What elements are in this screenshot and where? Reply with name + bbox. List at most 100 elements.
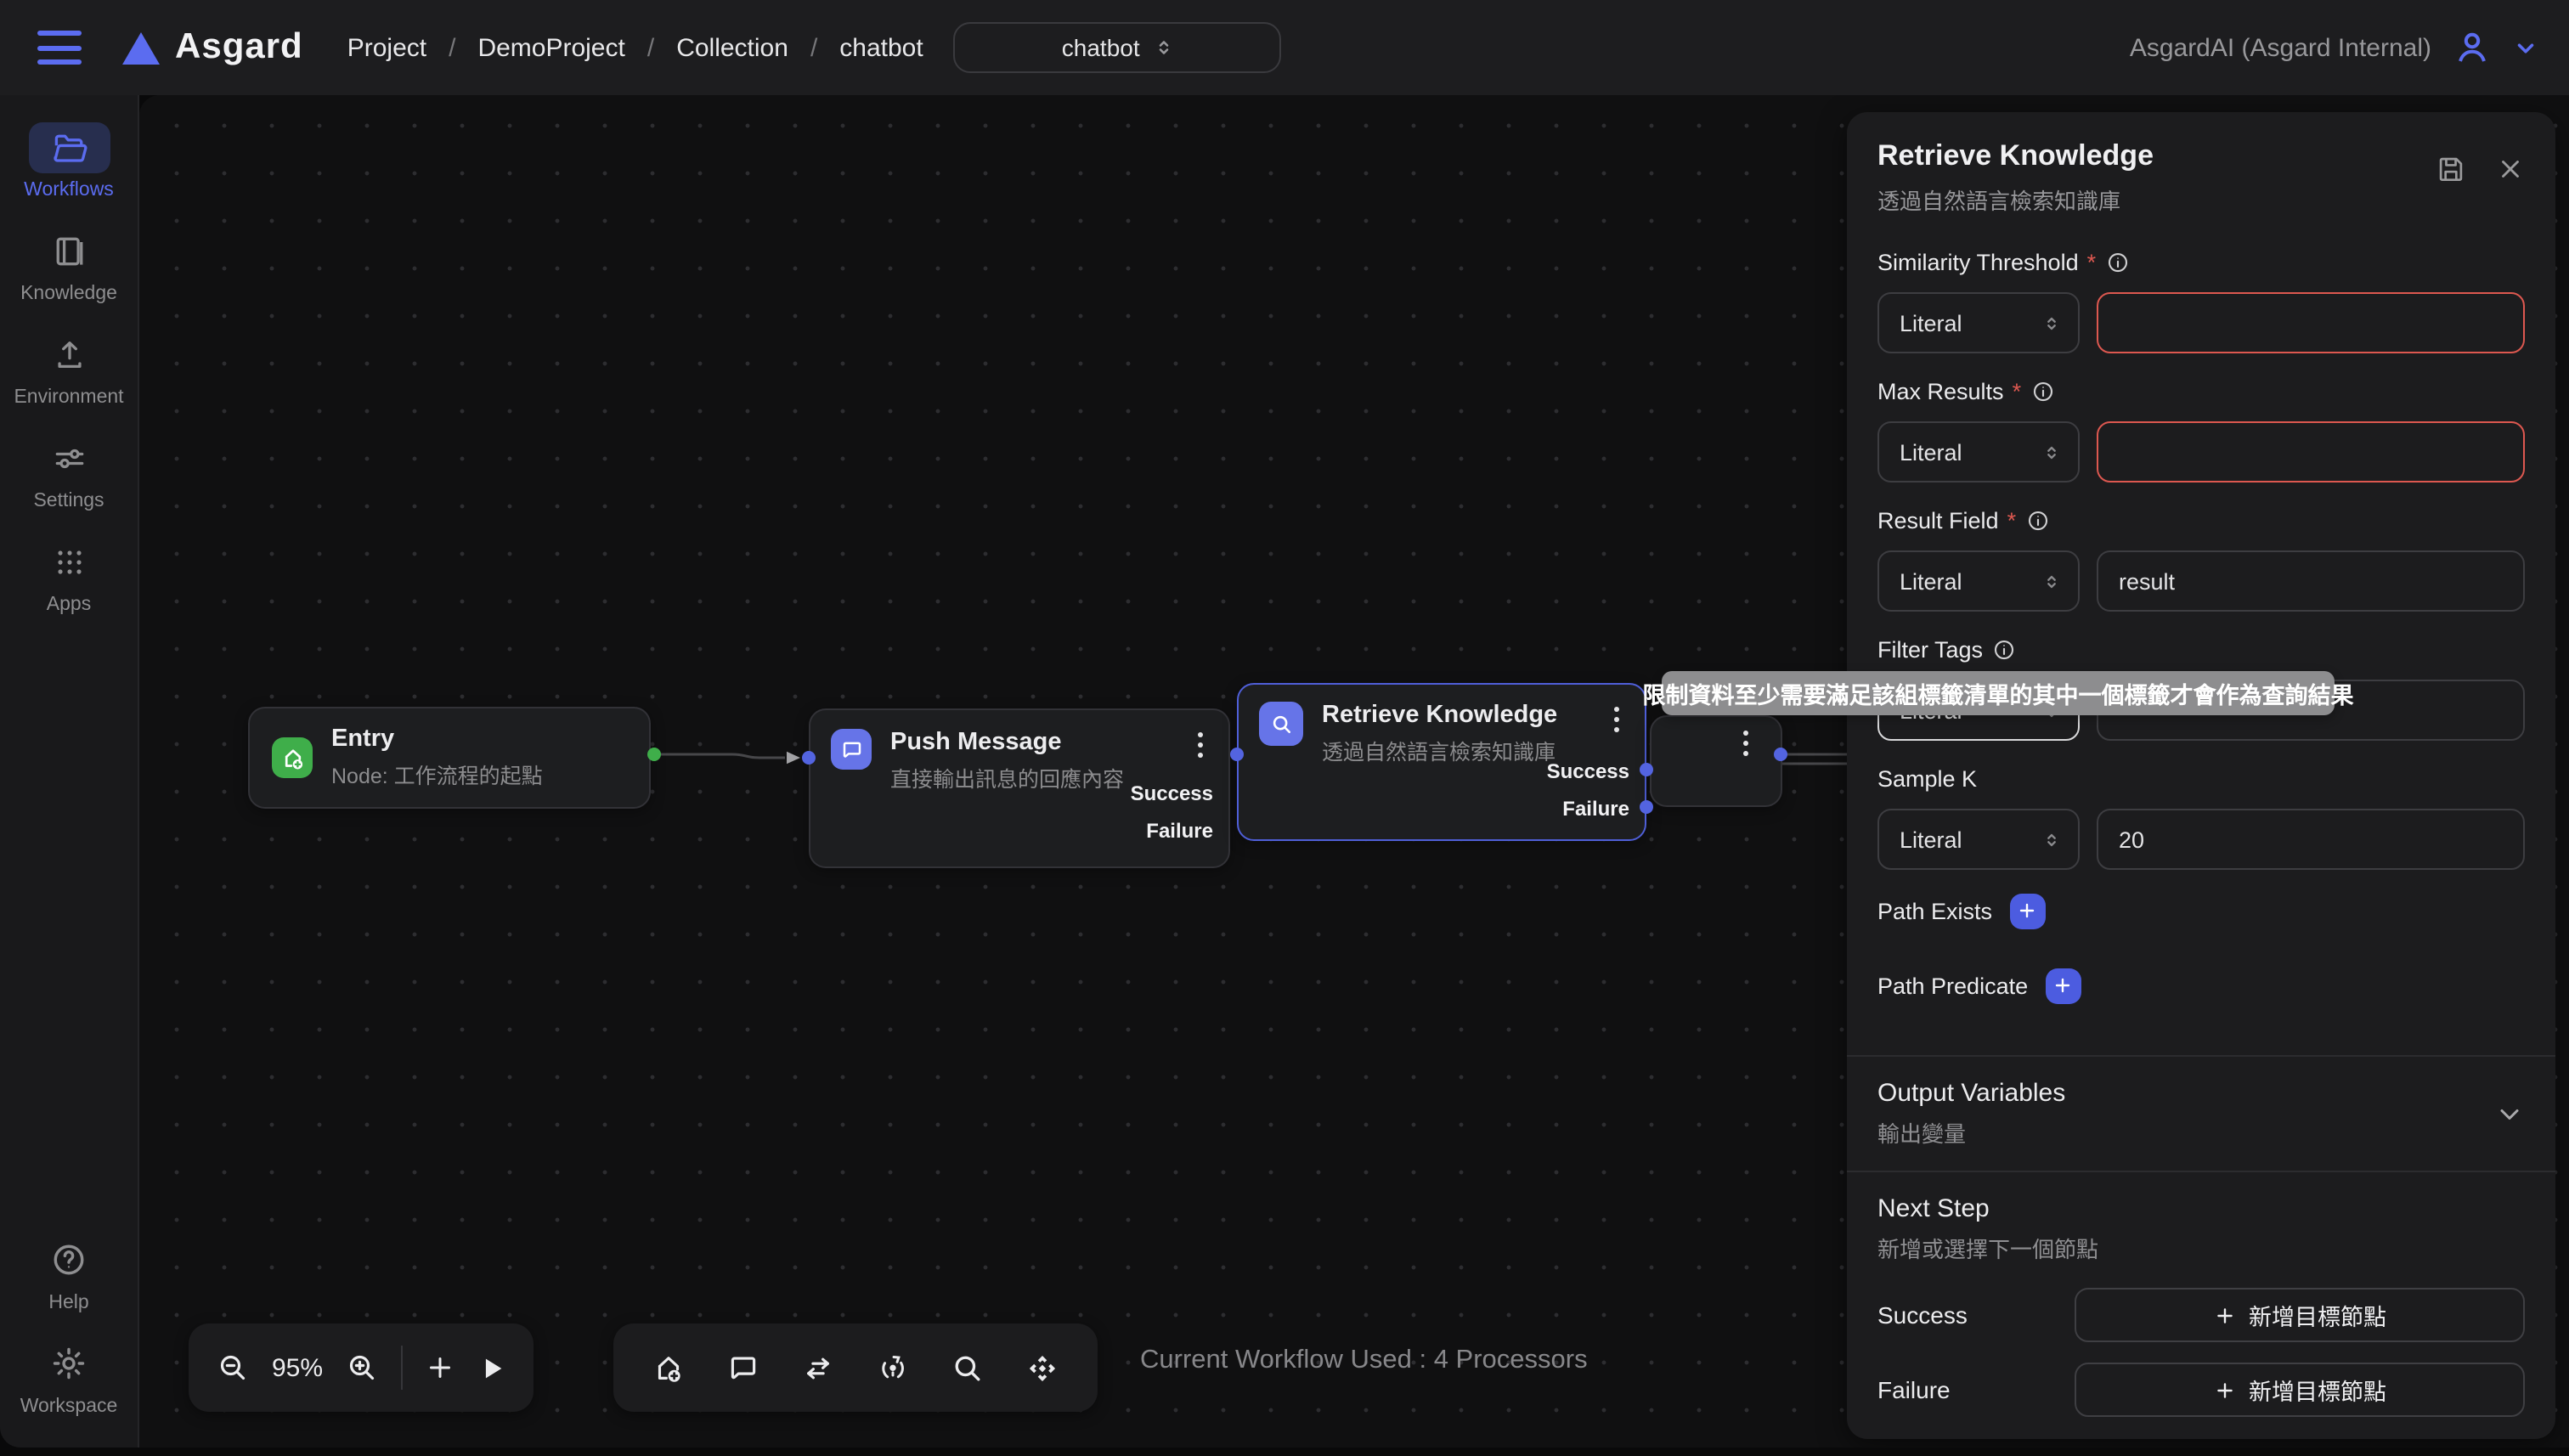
info-icon[interactable] [2104, 249, 2130, 274]
path-exists-label: Path Exists [1877, 898, 1992, 923]
node-entry[interactable]: Entry Node: 工作流程的起點 [248, 707, 651, 809]
node-config-panel: Retrieve Knowledge 透過自然語言檢索知識庫 [1847, 112, 2555, 1439]
filter-tags-tooltip: 限制資料至少需要滿足該組標籤清單的其中一個標籤才會作為查詢結果 [1662, 671, 2335, 715]
port-hidden-output[interactable] [1774, 748, 1787, 761]
breadcrumb-collection[interactable]: Collection [676, 33, 788, 62]
app-logo[interactable]: Asgard [122, 27, 303, 68]
node-title: Retrieve Knowledge [1322, 702, 1624, 729]
result-field-input[interactable] [2097, 550, 2525, 612]
breadcrumb-chatbot[interactable]: chatbot [839, 33, 923, 62]
add-path-predicate-button[interactable] [2045, 968, 2081, 1003]
port-label-failure: Failure [1562, 796, 1629, 820]
output-variables-section[interactable]: Output Variables 輸出變量 [1877, 1057, 2525, 1171]
failure-label: Failure [1877, 1376, 1951, 1403]
panel-title: Retrieve Knowledge [1877, 139, 2154, 173]
node-retrieve-knowledge[interactable]: Retrieve Knowledge 透過自然語言檢索知識庫 Success F… [1237, 683, 1646, 841]
required-asterisk: * [2087, 249, 2097, 274]
breadcrumb-separator: / [810, 33, 817, 62]
node-menu-icon[interactable] [1733, 731, 1757, 756]
info-icon[interactable] [2024, 507, 2050, 533]
message-node-tool-icon[interactable] [726, 1350, 761, 1385]
close-icon[interactable] [2496, 153, 2525, 185]
sidebar-item-settings[interactable]: Settings [0, 433, 138, 511]
workflow-canvas[interactable]: Entry Node: 工作流程的起點 Push Message 直接輸出訊息的… [139, 95, 2569, 1448]
sidebar-item-apps[interactable]: Apps [0, 537, 138, 615]
max-results-mode-select[interactable]: Literal [1877, 421, 2080, 483]
chevron-updown-icon [1154, 36, 1174, 59]
node-subtitle: Node: 工作流程的起點 [331, 758, 543, 790]
logo-triangle-icon [122, 31, 160, 64]
node-push-message[interactable]: Push Message 直接輸出訊息的回應內容 Success Failure [809, 708, 1230, 868]
output-variables-subtitle: 輸出變量 [1877, 1116, 2065, 1148]
result-field-mode-select[interactable]: Literal [1877, 550, 2080, 612]
path-predicate-row: Path Predicate [1877, 967, 2525, 1004]
sidebar-item-help[interactable]: Help [0, 1233, 138, 1312]
info-icon[interactable] [1991, 636, 2017, 662]
field-label-similarity-threshold: Similarity Threshold * [1877, 246, 2525, 277]
next-step-success-row: Success 新增目標節點 [1877, 1288, 2525, 1342]
info-icon[interactable] [2030, 378, 2055, 404]
sample-k-input[interactable] [2097, 809, 2525, 870]
port-retrieve-input[interactable] [1230, 748, 1244, 761]
node-menu-icon[interactable] [1188, 732, 1211, 758]
max-results-input[interactable] [2097, 421, 2525, 483]
chevron-down-icon[interactable] [2513, 35, 2538, 60]
partially-hidden-node[interactable] [1650, 715, 1782, 807]
user-icon[interactable] [2452, 27, 2493, 68]
sidebar-item-workspace[interactable]: Workspace [0, 1338, 138, 1417]
sidebar-item-label: Knowledge [0, 284, 138, 304]
next-step-subtitle: 新增或選擇下一個節點 [1877, 1232, 2525, 1264]
run-workflow-icon[interactable] [477, 1353, 506, 1382]
zoom-out-icon[interactable] [216, 1351, 250, 1385]
port-retrieve-success[interactable] [1640, 762, 1653, 776]
chevron-updown-icon [2042, 441, 2061, 463]
port-entry-output[interactable] [647, 748, 661, 761]
breadcrumb-project[interactable]: Project [347, 33, 426, 62]
search-icon [1259, 702, 1303, 746]
sidebar-item-label: Workflows [0, 180, 138, 200]
port-label-failure: Failure [1146, 819, 1213, 843]
gear-icon [49, 1344, 88, 1383]
breadcrumb-demoproject[interactable]: DemoProject [477, 33, 624, 62]
folder-icon [50, 129, 88, 166]
add-failure-target-button[interactable]: 新增目標節點 [2075, 1363, 2525, 1417]
required-asterisk: * [2007, 507, 2017, 533]
zoom-in-icon[interactable] [345, 1351, 379, 1385]
chat-bubble-icon [831, 729, 872, 770]
add-success-target-button[interactable]: 新增目標節點 [2075, 1288, 2525, 1342]
add-path-exists-button[interactable] [2009, 893, 2045, 928]
hamburger-menu-icon[interactable] [37, 31, 82, 65]
sidebar-item-label: Environment [0, 387, 138, 408]
save-icon[interactable] [2435, 153, 2467, 185]
sidebar-item-knowledge[interactable]: Knowledge [0, 226, 138, 304]
main-area: Workflows Knowledge Environment Settings [0, 95, 2569, 1448]
sample-k-mode-select[interactable]: Literal [1877, 809, 2080, 870]
port-retrieve-failure[interactable] [1640, 799, 1653, 813]
vector-node-tool-icon[interactable] [1025, 1350, 1060, 1385]
node-palette-toolbar [613, 1323, 1098, 1412]
entry-node-tool-icon[interactable] [651, 1350, 686, 1385]
add-node-icon[interactable] [425, 1352, 455, 1383]
left-sidebar: Workflows Knowledge Environment Settings [0, 95, 139, 1448]
panel-subtitle: 透過自然語言檢索知識庫 [1877, 183, 2154, 216]
port-label-success: Success [1131, 782, 1213, 805]
similarity-threshold-input[interactable] [2097, 292, 2525, 353]
field-label-max-results: Max Results * [1877, 375, 2525, 406]
top-navbar: Asgard Project / DemoProject / Collectio… [0, 0, 2569, 95]
similarity-threshold-mode-select[interactable]: Literal [1877, 292, 2080, 353]
account-name: AsgardAI (Asgard Internal) [2130, 33, 2431, 62]
port-push-input[interactable] [802, 751, 816, 765]
upload-icon [50, 336, 88, 374]
node-title: Push Message [890, 729, 1208, 756]
search-node-tool-icon[interactable] [950, 1350, 985, 1385]
workflow-select-dropdown[interactable]: chatbot [954, 22, 1282, 73]
swap-node-tool-icon[interactable] [800, 1350, 836, 1385]
broadcast-node-tool-icon[interactable] [875, 1350, 911, 1385]
node-menu-icon[interactable] [1604, 707, 1628, 732]
breadcrumb-separator: / [449, 33, 455, 62]
sidebar-item-workflows[interactable]: Workflows [0, 122, 138, 200]
output-variables-title: Output Variables [1877, 1079, 2065, 1108]
chevron-down-icon[interactable] [2494, 1098, 2525, 1129]
logo-text: Asgard [175, 27, 303, 68]
sidebar-item-environment[interactable]: Environment [0, 330, 138, 408]
